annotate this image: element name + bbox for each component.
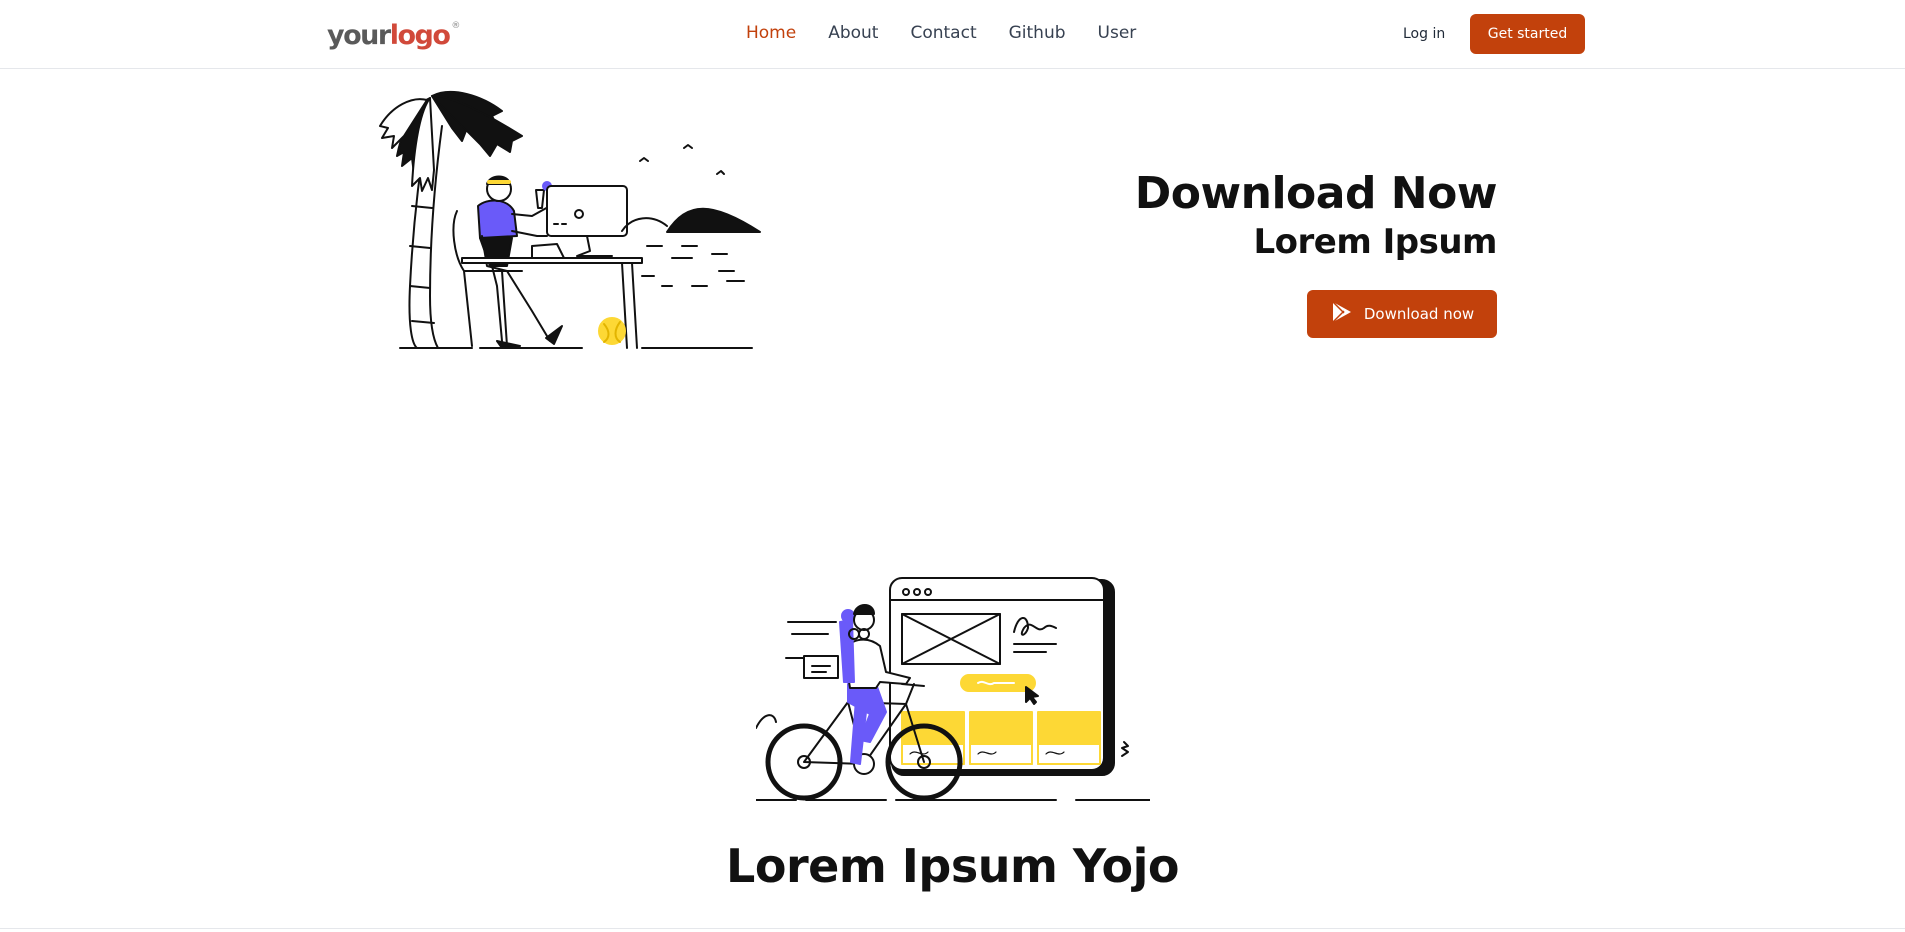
- nav-link-contact[interactable]: Contact: [910, 20, 976, 47]
- beach-work-illustration: [372, 86, 772, 356]
- hero-text: Download Now Lorem Ipsum: [1134, 166, 1498, 262]
- brand-logo[interactable]: yourlogo ®: [327, 14, 460, 54]
- section-title: Lorem Ipsum Yojo: [726, 839, 1179, 893]
- hero-title: Download Now: [1134, 168, 1498, 219]
- nav-link-github[interactable]: Github: [1009, 20, 1066, 47]
- logo-text-your: your: [327, 20, 391, 51]
- download-now-label: Download now: [1363, 305, 1475, 323]
- bottom-divider: [0, 928, 1905, 929]
- nav-link-user[interactable]: User: [1098, 20, 1137, 47]
- get-started-button[interactable]: Get started: [1470, 14, 1585, 54]
- navbar: yourlogo ® Home About Contact Github User…: [0, 0, 1905, 69]
- download-now-button[interactable]: Download now: [1307, 290, 1497, 338]
- play-store-icon: [1330, 300, 1354, 328]
- hero-subtitle: Lorem Ipsum: [1253, 222, 1498, 262]
- logo-text-logo: logo: [389, 20, 451, 51]
- registered-mark: ®: [451, 21, 461, 31]
- login-link[interactable]: Log in: [1403, 24, 1445, 44]
- cyclist-website-illustration: [755, 572, 1151, 804]
- main-nav: Home About Contact Github User: [746, 20, 1136, 47]
- nav-link-home[interactable]: Home: [746, 20, 796, 47]
- nav-link-about[interactable]: About: [828, 20, 878, 47]
